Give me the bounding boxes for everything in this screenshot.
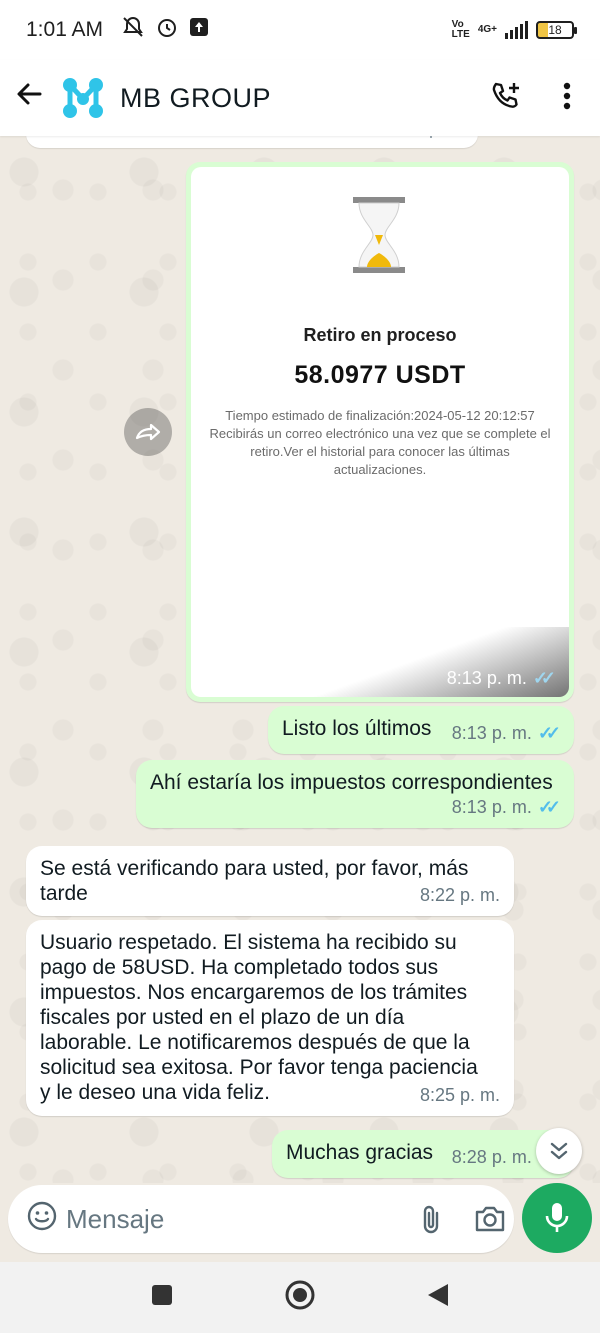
- home-button[interactable]: [284, 1279, 316, 1316]
- add-call-icon[interactable]: [490, 80, 522, 117]
- back-arrow-icon[interactable]: [14, 79, 52, 118]
- more-options-icon[interactable]: [562, 81, 572, 116]
- message-composer: [8, 1185, 514, 1253]
- message-meta: 8:25 p. m.: [419, 1085, 500, 1105]
- emoji-icon[interactable]: [26, 1200, 58, 1239]
- system-nav-bar: [0, 1262, 600, 1333]
- attach-icon[interactable]: [419, 1203, 443, 1235]
- read-ticks-icon: ✓✓: [537, 723, 561, 743]
- voice-message-button[interactable]: [522, 1183, 592, 1253]
- upload-icon: [189, 17, 209, 43]
- read-ticks-icon: ✓✓: [532, 668, 556, 688]
- battery-icon: 18: [536, 21, 577, 39]
- forward-icon[interactable]: [124, 408, 172, 456]
- chat-area[interactable]: 2:19 p.m. Retiro en proceso 58.0977 USDT…: [0, 136, 600, 1183]
- message-incoming[interactable]: Se está verificando para usted, por favo…: [26, 846, 514, 916]
- image-message[interactable]: Retiro en proceso 58.0977 USDT Tiempo es…: [186, 162, 574, 702]
- message-meta: 8:22 p. m.: [419, 885, 500, 905]
- chat-title[interactable]: MB GROUP: [120, 83, 271, 114]
- message-meta: 8:13 p. m. ✓✓: [452, 721, 561, 746]
- double-chevron-down-icon: [550, 1142, 568, 1160]
- camera-icon[interactable]: [473, 1204, 507, 1234]
- message-outgoing[interactable]: Listo los últimos 8:13 p. m. ✓✓: [268, 706, 574, 754]
- chat-header: MB GROUP: [0, 60, 600, 136]
- alarm-icon: [155, 15, 179, 45]
- back-button[interactable]: [426, 1282, 450, 1313]
- message-meta: 8:13 p. m. ✓✓: [447, 668, 556, 689]
- withdrawal-info: Tiempo estimado de finalización:2024-05-…: [209, 408, 551, 477]
- message-outgoing[interactable]: Ahí estaría los impuestos correspondient…: [136, 760, 574, 828]
- message-incoming[interactable]: Usuario respetado. El sistema ha recibid…: [26, 920, 514, 1116]
- avatar[interactable]: [62, 77, 104, 119]
- message-input[interactable]: [66, 1203, 401, 1235]
- partial-message: 2:19 p.m.: [26, 136, 478, 148]
- scroll-down-button[interactable]: [536, 1128, 582, 1174]
- status-bar: 1:01 AM Vo LTE 4G+ 18: [0, 0, 600, 60]
- withdrawal-screenshot: Retiro en proceso 58.0977 USDT Tiempo es…: [191, 167, 569, 697]
- status-time: 1:01 AM: [26, 18, 104, 41]
- mute-notifications-icon: [121, 15, 145, 45]
- withdrawal-title: Retiro en proceso: [303, 325, 457, 345]
- signal-icon: [505, 21, 528, 39]
- withdrawal-amount: 58.0977 USDT: [294, 361, 466, 389]
- recents-button[interactable]: [150, 1283, 174, 1312]
- volte-indicator: Vo LTE: [451, 19, 470, 40]
- message-outgoing[interactable]: Muchas gracias 8:28 p. m. ✓✓: [272, 1130, 574, 1178]
- read-ticks-icon: ✓✓: [537, 797, 561, 817]
- microphone-icon: [545, 1203, 569, 1232]
- hourglass-icon: [353, 197, 405, 273]
- message-meta: 8:13 p. m. ✓✓: [452, 795, 561, 820]
- network-type: 4G+: [477, 24, 497, 35]
